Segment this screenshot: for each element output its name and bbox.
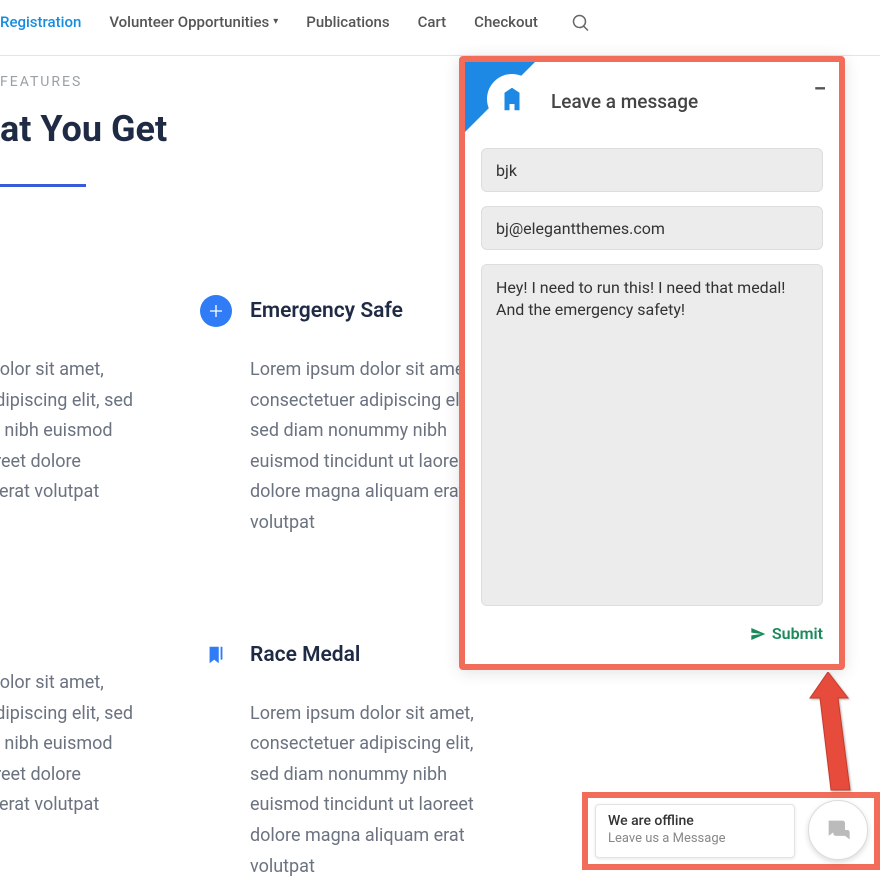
feature-medal: Race Medal Lorem ipsum dolor sit amet, c… [200, 639, 500, 882]
feature-title: g App [0, 295, 133, 323]
nav-cart[interactable]: Cart [418, 13, 447, 31]
annotation-arrow [798, 672, 868, 806]
search-icon[interactable] [572, 14, 588, 30]
submit-label: Submit [772, 624, 823, 643]
feature-app: g App psum dolor sit amet, etuer adipisc… [0, 295, 140, 508]
chevron-down-icon: ▾ [273, 16, 278, 27]
chat-widget: Leave a message _ Submit [459, 56, 845, 670]
feature-shirt: shirt psum dolor sit amet, etuer adipisc… [0, 608, 140, 821]
submit-button[interactable]: Submit [750, 624, 823, 643]
offline-title: We are offline [608, 813, 782, 829]
feature-title: shirt [0, 608, 133, 636]
offline-sub: Leave us a Message [608, 831, 782, 846]
nav-registration[interactable]: Registration [0, 13, 81, 31]
chat-email-input[interactable] [481, 206, 823, 250]
feature-col-left: g App psum dolor sit amet, etuer adipisc… [0, 295, 140, 882]
bookmark-icon [200, 639, 232, 671]
chat-header: Leave a message _ [465, 62, 839, 140]
feature-body: psum dolor sit amet, etuer adipiscing el… [0, 355, 133, 508]
minimize-icon[interactable]: _ [815, 76, 825, 86]
chat-name-input[interactable] [481, 148, 823, 192]
chat-message-textarea[interactable] [481, 264, 823, 606]
chat-bubbles-icon [824, 816, 852, 844]
chat-title: Leave a message [551, 90, 698, 113]
nav-volunteer-label: Volunteer Opportunities [109, 13, 269, 31]
top-nav: Registration Volunteer Opportunities ▾ P… [0, 0, 880, 56]
chat-footer: Submit [465, 610, 839, 657]
nav-volunteer[interactable]: Volunteer Opportunities ▾ [109, 13, 278, 31]
nav-publications[interactable]: Publications [306, 13, 389, 31]
feature-body: psum dolor sit amet, etuer adipiscing el… [0, 668, 133, 821]
offline-card[interactable]: We are offline Leave us a Message [595, 804, 795, 858]
chat-fab[interactable] [808, 800, 868, 860]
building-icon [487, 74, 537, 124]
chat-body [465, 140, 839, 610]
plus-icon [200, 295, 232, 327]
feature-col-right: Emergency Safe Lorem ipsum dolor sit ame… [200, 295, 500, 882]
feature-emergency: Emergency Safe Lorem ipsum dolor sit ame… [200, 295, 500, 539]
title-underline [0, 184, 86, 187]
nav-checkout[interactable]: Checkout [474, 13, 538, 31]
paper-plane-icon [750, 626, 766, 642]
feature-body: Lorem ipsum dolor sit amet, consectetuer… [250, 699, 500, 882]
